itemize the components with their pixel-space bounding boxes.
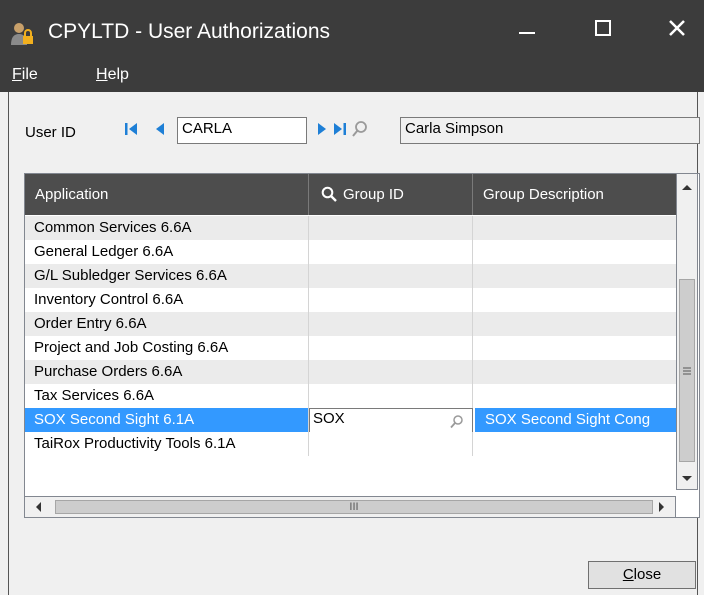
maximize-button[interactable] [574,0,632,60]
group-id-cell[interactable] [309,336,473,360]
grip-icon [683,367,691,375]
application-cell: Order Entry 6.6A [25,312,309,336]
maximize-icon [595,20,611,36]
application-cell: G/L Subledger Services 6.6A [25,264,309,288]
title-bar[interactable]: CPYLTD - User Authorizations [0,0,704,60]
menu-file-mnemonic: F [12,66,22,83]
group-description-cell [473,216,677,240]
column-header-group-id[interactable]: Group ID [309,174,473,215]
table-row[interactable]: G/L Subledger Services 6.6A [25,264,677,288]
applications-grid: Application Group ID Group Description C… [24,173,700,518]
group-description-cell [473,264,677,288]
table-row[interactable]: Tax Services 6.6A [25,384,677,408]
menu-help-mnemonic: H [96,66,108,83]
minimize-button[interactable] [498,0,556,60]
table-row[interactable]: TaiRox Productivity Tools 6.1A [25,432,677,456]
menu-bar: File Help [0,60,704,92]
vertical-scrollbar[interactable] [676,173,698,490]
menu-help[interactable]: Help [96,66,129,84]
scroll-down-icon[interactable] [677,471,697,487]
column-header-application[interactable]: Application [25,174,309,215]
application-cell: Inventory Control 6.6A [25,288,309,312]
minimize-icon [519,32,535,34]
scroll-left-icon[interactable] [31,497,47,517]
table-row[interactable]: Inventory Control 6.6A [25,288,677,312]
user-name-field: Carla Simpson [400,117,700,144]
group-id-cell[interactable] [309,288,473,312]
vertical-scroll-thumb[interactable] [679,279,695,462]
scroll-right-icon[interactable] [653,497,669,517]
last-record-icon[interactable] [333,121,347,137]
close-window-button[interactable] [648,0,704,60]
group-id-cell[interactable] [309,384,473,408]
group-description-cell [473,360,677,384]
table-row[interactable]: Purchase Orders 6.6A [25,360,677,384]
previous-record-icon[interactable] [154,121,168,137]
menu-file[interactable]: File [12,66,38,84]
user-id-input[interactable]: CARLA [177,117,307,144]
application-cell: TaiRox Productivity Tools 6.1A [25,432,309,456]
menu-file-label: ile [21,66,38,83]
menu-help-label: elp [107,66,129,83]
group-description-cell [473,336,677,360]
close-button[interactable]: Close [588,561,696,589]
group-description-cell [473,312,677,336]
group-id-cell[interactable] [309,264,473,288]
group-id-cell[interactable] [309,240,473,264]
group-description-cell: SOX Second Sight Cong [473,408,677,432]
group-description-cell [473,288,677,312]
application-cell: Purchase Orders 6.6A [25,360,309,384]
table-row[interactable]: General Ledger 6.6A [25,240,677,264]
horizontal-scrollbar[interactable]: III [24,496,676,518]
horizontal-scroll-thumb[interactable]: III [55,500,653,514]
table-row-selected[interactable]: SOX Second Sight 6.1A SOX SOX Second Sig… [25,408,677,433]
group-description-cell [473,432,677,456]
first-record-icon[interactable] [124,121,138,137]
close-button-label: lose [633,566,662,583]
next-record-icon[interactable] [314,121,328,137]
window-title: CPYLTD - User Authorizations [48,20,331,43]
application-cell: Common Services 6.6A [25,216,309,240]
group-description-cell [473,384,677,408]
finder-search-icon[interactable] [450,414,464,429]
group-id-cell[interactable] [309,216,473,240]
group-id-input[interactable]: SOX [309,408,473,433]
group-id-cell[interactable] [309,360,473,384]
grid-header: Application Group ID Group Description [25,174,677,215]
group-id-header-label: Group ID [343,186,404,203]
finder-search-icon[interactable] [352,120,368,138]
group-description-cell [473,240,677,264]
application-cell: Tax Services 6.6A [25,384,309,408]
close-icon [669,20,685,36]
application-cell: SOX Second Sight 6.1A [25,408,309,432]
table-row[interactable]: Project and Job Costing 6.6A [25,336,677,360]
scroll-up-icon[interactable] [677,180,697,196]
search-icon [321,186,337,202]
application-cell: Project and Job Costing 6.6A [25,336,309,360]
column-header-group-description[interactable]: Group Description [473,174,677,215]
close-button-mnemonic: C [622,566,634,583]
table-row[interactable]: Order Entry 6.6A [25,312,677,336]
user-id-label: User ID [25,124,76,141]
user-authorizations-window: CPYLTD - User Authorizations File Help U… [0,0,704,595]
group-id-cell[interactable] [309,432,473,456]
user-key-icon [11,23,33,45]
table-row[interactable]: Common Services 6.6A [25,216,677,240]
group-id-cell[interactable] [309,312,473,336]
application-cell: General Ledger 6.6A [25,240,309,264]
group-id-value: SOX [313,410,345,427]
